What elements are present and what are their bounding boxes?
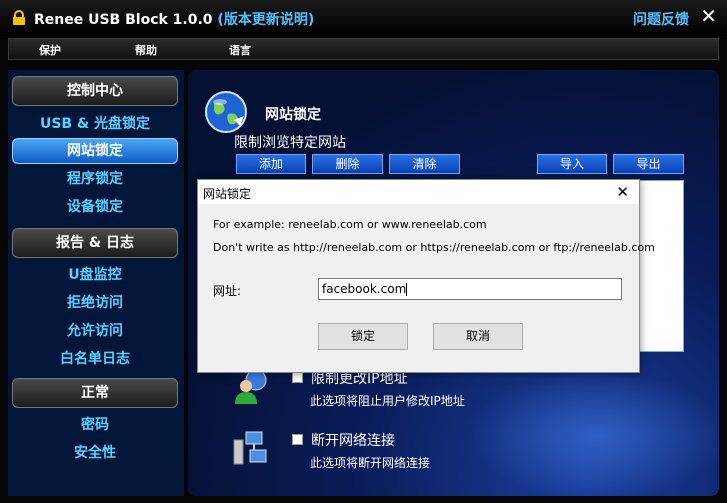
- menu-help[interactable]: 帮助: [135, 42, 157, 58]
- import-button[interactable]: 导入: [537, 154, 607, 174]
- dialog-close-icon[interactable]: ✕: [616, 183, 629, 201]
- window-close-button[interactable]: ✕: [700, 6, 717, 26]
- update-notes-link[interactable]: (版本更新说明): [217, 12, 314, 28]
- disconnect-network-checkbox[interactable]: [292, 434, 303, 445]
- app-window: Renee USB Block 1.0.0 (版本更新说明) 问题反馈 ✕ 保护…: [0, 0, 727, 503]
- restrict-ip-desc: 此选项将阻止用户修改IP地址: [310, 394, 465, 408]
- sidebar-item-device-lock[interactable]: 设备锁定: [12, 194, 178, 220]
- lock-icon: [13, 10, 25, 25]
- feedback-link[interactable]: 问题反馈: [633, 9, 689, 29]
- section-title: 网站锁定: [265, 107, 321, 123]
- sidebar-item-website-lock[interactable]: 网站锁定: [12, 138, 178, 164]
- sidebar-item-access-allowed[interactable]: 允许访问: [12, 318, 178, 344]
- sidebar-item-usb-cd-lock[interactable]: USB & 光盘锁定: [12, 111, 178, 137]
- menu-language[interactable]: 语言: [229, 42, 251, 58]
- section-description: 限制浏览特定网站: [234, 135, 346, 151]
- sidebar-item-access-denied[interactable]: 拒绝访问: [12, 290, 178, 316]
- lock-button[interactable]: 锁定: [318, 323, 408, 350]
- app-title: Renee USB Block 1.0.0: [34, 12, 213, 28]
- disconnect-network-desc: 此选项将断开网络连接: [310, 456, 431, 470]
- add-button[interactable]: 添加: [236, 154, 306, 174]
- title-bar: Renee USB Block 1.0.0 (版本更新说明) 问题反馈 ✕: [0, 0, 727, 36]
- dialog-title-bar: 网站锁定 ✕: [198, 180, 639, 204]
- disconnect-network-title: 断开网络连接: [311, 433, 395, 449]
- sidebar-item-whitelist-log[interactable]: 白名单日志: [12, 346, 178, 372]
- globe-icon: [205, 91, 247, 133]
- sidebar-header-general[interactable]: 正常: [12, 378, 178, 408]
- restrict-ip-checkbox[interactable]: [292, 372, 303, 383]
- url-label: 网址:: [213, 284, 242, 298]
- dialog-title: 网站锁定: [203, 187, 252, 201]
- url-input-value: facebook.com: [322, 282, 407, 296]
- sidebar-header-control-center[interactable]: 控制中心: [12, 76, 178, 106]
- sidebar-item-usb-monitor[interactable]: U盘监控: [12, 262, 178, 288]
- cancel-button[interactable]: 取消: [433, 323, 523, 350]
- sidebar-header-reports-logs[interactable]: 报告 & 日志: [12, 228, 178, 258]
- sidebar-item-program-lock[interactable]: 程序锁定: [12, 166, 178, 192]
- text-caret: [406, 283, 408, 296]
- background-glow: [468, 370, 719, 496]
- network-computers-icon: [233, 431, 267, 465]
- dialog-warning-text: Don't write as http://reneelab.com or ht…: [213, 241, 655, 254]
- sidebar: 控制中心 USB & 光盘锁定 网站锁定 程序锁定 设备锁定 报告 & 日志 U…: [8, 70, 184, 496]
- menu-protect[interactable]: 保护: [39, 42, 61, 58]
- website-lock-dialog: 网站锁定 ✕ For example: reneelab.com or www.…: [197, 179, 655, 373]
- menu-bar: 保护 帮助 语言: [8, 38, 719, 60]
- dialog-example-text: For example: reneelab.com or www.reneela…: [213, 218, 487, 231]
- sidebar-item-password[interactable]: 密码: [12, 412, 178, 438]
- export-button[interactable]: 导出: [613, 154, 684, 174]
- window-title: Renee USB Block 1.0.0 (版本更新说明): [34, 9, 314, 29]
- delete-button[interactable]: 删除: [312, 154, 383, 174]
- sidebar-item-security[interactable]: 安全性: [12, 440, 178, 466]
- clear-button[interactable]: 清除: [389, 154, 460, 174]
- url-input[interactable]: facebook.com: [318, 278, 622, 300]
- user-network-icon: [235, 369, 267, 404]
